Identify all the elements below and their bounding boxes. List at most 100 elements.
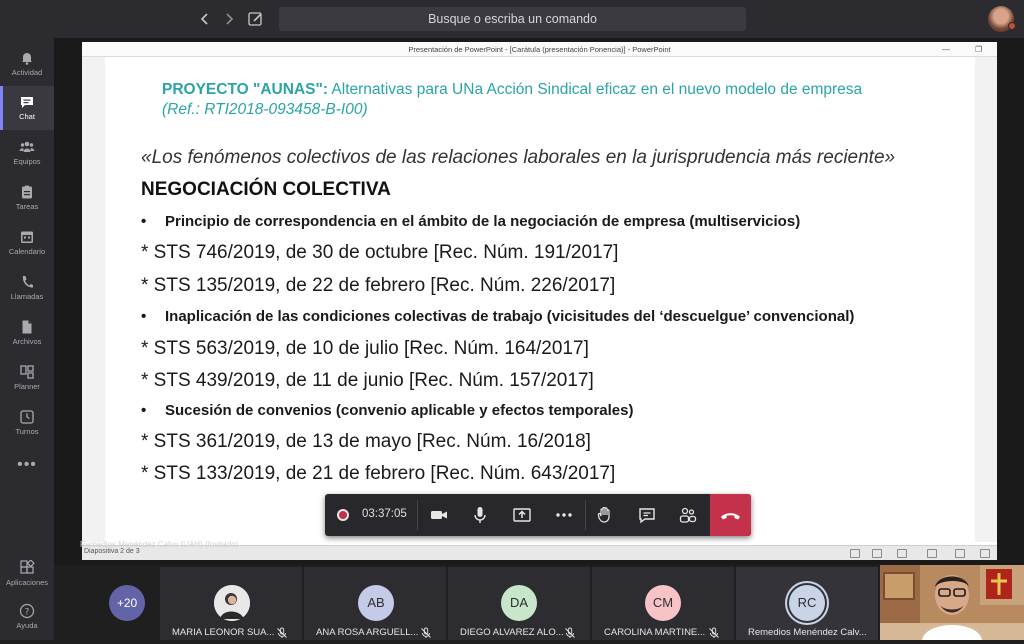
normal-view-icon xyxy=(872,549,882,558)
rail-label: Chat xyxy=(19,112,35,121)
case-reference: * STS 133/2019, de 21 de febrero [Rec. N… xyxy=(141,463,616,484)
chat-icon xyxy=(21,97,33,108)
slide-heading: NEGOCIACIÓN COLECTIVA xyxy=(141,179,391,200)
back-arrow-icon[interactable] xyxy=(196,10,214,28)
project-title: PROYECTO "AUNAS": Alternativas para UNa … xyxy=(162,81,862,99)
case-reference: * STS 361/2019, de 13 de mayo [Rec. Núm.… xyxy=(141,431,591,452)
rail-label: Calendario xyxy=(8,247,46,256)
rail-label: Planner xyxy=(14,382,40,391)
participant-name: ANA ROSA ARGUELL... xyxy=(316,627,419,638)
case-reference: * STS 439/2019, de 11 de junio [Rec. Núm… xyxy=(141,370,594,391)
tasks-icon xyxy=(22,185,32,199)
participant-name: DIEGO ALVAREZ ALO... xyxy=(460,627,564,638)
participant-avatar: RC xyxy=(789,585,825,621)
participant-name: MARIA LEONOR SUA... xyxy=(172,627,275,638)
svg-text:?: ? xyxy=(25,608,30,618)
microphone-icon[interactable] xyxy=(469,504,491,526)
project-reference: (Ref.: RTI2018-093458-B-I00) xyxy=(162,101,368,118)
recording-icon xyxy=(337,509,349,521)
rail-item-planner[interactable]: Planner xyxy=(0,356,54,400)
participant-avatar: CM xyxy=(645,585,681,621)
participant-avatar xyxy=(214,585,250,621)
rail-item-apps[interactable]: Aplicaciones xyxy=(0,560,54,587)
bullet-item: • Principio de correspondencia en el ámbi… xyxy=(141,213,801,230)
reading-view-icon xyxy=(955,549,965,558)
rail-label: Ayuda xyxy=(16,621,38,630)
divider xyxy=(417,500,418,530)
slide-subtitle: «Los fenómenos colectivos de las relacio… xyxy=(141,147,896,168)
participant-name: CAROLINA MARTINE... xyxy=(604,627,706,638)
rail-label: Archivos xyxy=(12,337,42,346)
project-description: Alternativas para UNa Acción Sindical ef… xyxy=(327,81,863,98)
notes-icon xyxy=(850,549,860,558)
rail-label: Aplicaciones xyxy=(5,578,49,587)
slide-counter: Diapositiva 2 de 3 xyxy=(84,548,140,555)
more-participants-badge[interactable]: +20 xyxy=(109,585,145,621)
mic-off-icon xyxy=(420,626,432,638)
meeting-chat-icon[interactable] xyxy=(636,504,658,526)
rail-item-calendar[interactable]: Calendario xyxy=(0,221,54,265)
bullet-item: • Sucesión de convenios (convenio aplicab… xyxy=(141,402,634,419)
calendar-icon xyxy=(21,231,33,243)
title-bar: Busque o escriba un comando xyxy=(0,0,1024,38)
shared-screen: Presentación de PowerPoint - [Carátula (… xyxy=(82,42,997,560)
phone-hangup-icon xyxy=(721,513,740,520)
more-apps-icon[interactable]: ••• xyxy=(0,456,54,474)
rail-label: Tareas xyxy=(15,202,39,211)
camera-icon[interactable] xyxy=(428,504,450,526)
call-timer: 03:37:05 xyxy=(362,508,407,520)
case-reference: * STS 746/2019, de 30 de octubre [Rec. N… xyxy=(141,242,619,263)
restore-icon: ❐ xyxy=(975,45,983,54)
share-screen-icon[interactable] xyxy=(511,504,533,526)
powerpoint-title: Presentación de PowerPoint - [Carátula (… xyxy=(82,42,997,57)
rail-label: Llamadas xyxy=(10,292,44,301)
sorter-view-icon xyxy=(927,549,937,558)
rail-label: Turnos xyxy=(15,427,39,436)
planner-icon xyxy=(20,365,34,379)
apps-icon xyxy=(20,560,35,574)
rail-item-files[interactable]: Archivos xyxy=(0,311,54,355)
rail-item-help[interactable]: ? Ayuda xyxy=(0,603,54,630)
case-reference: * STS 563/2019, de 10 de julio [Rec. Núm… xyxy=(141,338,589,359)
self-video xyxy=(880,565,1024,640)
mic-off-icon xyxy=(708,626,720,638)
divider xyxy=(585,500,586,530)
bullet-text: Inaplicación de las condiciones colectiv… xyxy=(165,308,855,325)
bullet-text: Sucesión de convenios (convenio aplicabl… xyxy=(165,402,634,419)
bullet-item: • Inaplicación de las condiciones colecti… xyxy=(141,308,855,325)
rail-item-calls[interactable]: Llamadas xyxy=(0,266,54,310)
rail-label: Actividad xyxy=(11,68,43,77)
clock-icon xyxy=(20,410,34,424)
meeting-controls: 03:37:05 xyxy=(325,494,751,536)
more-options-icon[interactable] xyxy=(553,504,575,526)
case-reference: * STS 135/2019, de 22 de febrero [Rec. N… xyxy=(141,275,616,296)
participant-avatar: AB xyxy=(358,585,394,621)
rail-item-chat[interactable]: Chat xyxy=(0,86,54,130)
help-icon: ? xyxy=(19,603,35,619)
minimize-icon: — xyxy=(942,45,950,54)
participant-avatar: DA xyxy=(501,585,537,621)
slideshow-icon xyxy=(980,549,990,558)
teams-icon xyxy=(19,141,35,152)
search-input[interactable]: Busque o escriba un comando xyxy=(279,7,746,31)
presenter-label: Remedios Menéndez Calvo (UAH) (Invitado) xyxy=(80,540,239,549)
mic-off-icon xyxy=(564,626,576,638)
raise-hand-icon[interactable] xyxy=(594,504,616,526)
rail-label: Equipos xyxy=(13,157,41,166)
rail-item-shifts[interactable]: Turnos xyxy=(0,401,54,445)
slide: PROYECTO "AUNAS": Alternativas para UNa … xyxy=(105,57,975,545)
hang-up-button[interactable] xyxy=(710,494,751,536)
slide-margin xyxy=(82,57,105,542)
forward-arrow-icon[interactable] xyxy=(220,10,238,28)
participants-icon[interactable] xyxy=(677,504,699,526)
rail-item-teams[interactable]: Equipos xyxy=(0,131,54,175)
files-icon xyxy=(22,320,32,334)
project-name: PROYECTO "AUNAS": xyxy=(162,81,328,98)
rail-item-activity[interactable]: Actividad xyxy=(0,42,54,86)
bullet-text: Principio de correspondencia en el ámbit… xyxy=(165,213,801,230)
slide-margin xyxy=(975,57,997,542)
participant-name: Remedios Menéndez Calv... xyxy=(748,627,867,638)
new-chat-icon[interactable] xyxy=(246,9,266,29)
rail-item-tasks[interactable]: Tareas xyxy=(0,176,54,220)
app-rail: Actividad Chat Equipos Tareas Calendario… xyxy=(0,38,54,640)
